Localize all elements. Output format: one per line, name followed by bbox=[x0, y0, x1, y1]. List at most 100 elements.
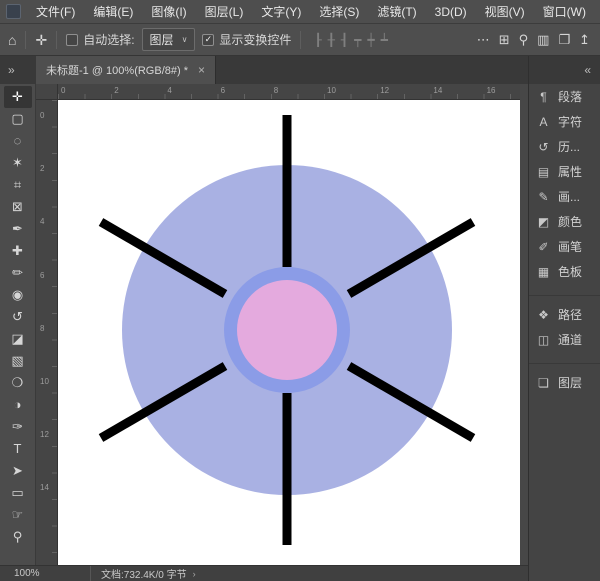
workspace-icon[interactable]: ❐ bbox=[558, 33, 570, 46]
zoom-tool[interactable]: ⚲ bbox=[4, 526, 32, 548]
ruler-origin-corner[interactable] bbox=[36, 84, 58, 100]
status-chevron-icon[interactable]: › bbox=[193, 569, 196, 579]
dodge-tool[interactable]: ◑ bbox=[4, 394, 32, 416]
arrange-panels-icon[interactable]: ▥ bbox=[537, 33, 549, 46]
path-selection-tool[interactable]: ➤ bbox=[4, 460, 32, 482]
panel-tab-label: 画笔 bbox=[558, 238, 582, 255]
panel-tab-swatches[interactable]: ▦色板 bbox=[529, 259, 600, 284]
eraser-tool[interactable]: ◪ bbox=[4, 328, 32, 350]
clone-stamp-tool[interactable]: ◉ bbox=[4, 284, 32, 306]
tab-close-icon[interactable]: × bbox=[198, 63, 205, 77]
panel-tab-character[interactable]: A字符 bbox=[529, 109, 600, 134]
show-transform-option[interactable]: ✓ 显示变换控件 bbox=[202, 31, 291, 48]
auto-select-target-dropdown[interactable]: 图层 ∨ bbox=[142, 28, 196, 51]
rectangle-shape-tool[interactable]: ▭ bbox=[4, 482, 32, 504]
show-transform-checkbox[interactable]: ✓ bbox=[202, 34, 214, 46]
document-canvas[interactable] bbox=[58, 100, 520, 565]
panel-tab-paragraph[interactable]: ¶ 段落 bbox=[529, 84, 600, 109]
brush-tool[interactable]: ✏ bbox=[4, 262, 32, 284]
eyedropper-tool[interactable]: ✒ bbox=[4, 218, 32, 240]
panel-tab-history[interactable]: ↺ 历... bbox=[529, 134, 600, 159]
align-bottom-icon[interactable]: ┷ bbox=[381, 34, 388, 46]
ruler-top-label: 12 bbox=[380, 87, 389, 95]
auto-select-checkbox[interactable] bbox=[66, 34, 78, 46]
ruler-left-label: 14 bbox=[40, 484, 49, 492]
home-icon[interactable]: ⌂ bbox=[8, 33, 16, 47]
align-center-vertical-icon[interactable]: ┿ bbox=[367, 34, 374, 46]
panel-tab-brush-settings[interactable]: ✎画... bbox=[529, 184, 600, 209]
rectangular-marquee-tool[interactable]: ▢ bbox=[4, 108, 32, 130]
color-panel-icon: ◩ bbox=[536, 215, 551, 229]
3d-mode-icon[interactable]: ⊞ bbox=[499, 33, 510, 46]
crop-tool[interactable]: ⌗ bbox=[4, 174, 32, 196]
toolbar-expand-button[interactable]: » bbox=[0, 56, 36, 84]
align-right-icon[interactable]: ┨ bbox=[341, 34, 348, 46]
panel-tab-label: 段落 bbox=[558, 88, 582, 105]
blur-tool[interactable]: ❍ bbox=[4, 372, 32, 394]
panel-tab-label: 历... bbox=[558, 138, 580, 155]
menu-item[interactable]: 文件(F) bbox=[27, 3, 84, 20]
gradient-tool[interactable]: ▧ bbox=[4, 350, 32, 372]
align-top-icon[interactable]: ┯ bbox=[354, 34, 361, 46]
menu-item[interactable]: 编辑(E) bbox=[84, 3, 142, 20]
app-icon bbox=[6, 4, 21, 19]
move-tool[interactable]: ✛ bbox=[4, 86, 32, 108]
pen-tool[interactable]: ✑ bbox=[4, 416, 32, 438]
menu-item[interactable]: 滤镜(T) bbox=[368, 3, 425, 20]
panel-tab-label: 颜色 bbox=[558, 213, 582, 230]
panel-collapse-button[interactable]: « bbox=[529, 56, 600, 84]
menu-item[interactable]: 窗口(W) bbox=[534, 3, 595, 20]
history-panel-icon: ↺ bbox=[536, 140, 551, 154]
menu-item[interactable]: 图像(I) bbox=[142, 3, 195, 20]
panel-tab-layers[interactable]: ❏图层 bbox=[529, 370, 600, 395]
separator bbox=[300, 31, 301, 49]
search-icon[interactable]: ⚲ bbox=[519, 33, 529, 46]
separator bbox=[56, 31, 57, 49]
brushes-panel-icon: ✐ bbox=[536, 240, 551, 254]
menu-bar: 文件(F)编辑(E)图像(I)图层(L)文字(Y)选择(S)滤镜(T)3D(D)… bbox=[0, 0, 600, 24]
character-panel-icon: A bbox=[536, 115, 551, 129]
hand-tool[interactable]: ☞ bbox=[4, 504, 32, 526]
spot-healing-brush-tool[interactable]: ✚ bbox=[4, 240, 32, 262]
distribute-icon[interactable]: ⋯ bbox=[477, 33, 490, 46]
current-tool-icon[interactable]: ✛ bbox=[35, 33, 47, 47]
auto-select-label: 自动选择: bbox=[83, 31, 134, 48]
channels-panel-icon: ◫ bbox=[536, 333, 551, 347]
auto-select-option[interactable]: 自动选择: bbox=[66, 31, 134, 48]
menu-item[interactable]: 选择(S) bbox=[310, 3, 368, 20]
ruler-top-label: 14 bbox=[433, 87, 442, 95]
auto-select-target-value: 图层 bbox=[150, 31, 174, 48]
panel-tab-paths[interactable]: ❖路径 bbox=[529, 302, 600, 327]
panel-tab-color[interactable]: ◩ 颜色 bbox=[529, 209, 600, 234]
document-tab[interactable]: 未标题-1 @ 100%(RGB/8#) * × bbox=[36, 56, 216, 84]
align-center-horizontal-icon[interactable]: ╂ bbox=[328, 34, 335, 46]
panel-tab-properties[interactable]: ▤属性 bbox=[529, 159, 600, 184]
frame-tool[interactable]: ⊠ bbox=[4, 196, 32, 218]
canvas-artwork bbox=[58, 100, 520, 565]
type-tool[interactable]: T bbox=[4, 438, 32, 460]
panel-tab-channels[interactable]: ◫通道 bbox=[529, 327, 600, 352]
ruler-top-label: 10 bbox=[327, 87, 336, 95]
quick-selection-tool[interactable]: ✶ bbox=[4, 152, 32, 174]
menu-item[interactable]: 3D(D) bbox=[426, 5, 476, 19]
ruler-top-label: 2 bbox=[114, 87, 118, 95]
history-brush-tool[interactable]: ↺ bbox=[4, 306, 32, 328]
lasso-tool[interactable]: ◌ bbox=[4, 130, 32, 152]
panel-tab-brushes[interactable]: ✐ 画笔 bbox=[529, 234, 600, 259]
ruler-left-label: 0 bbox=[40, 112, 44, 120]
share-icon[interactable]: ↥ bbox=[579, 33, 590, 46]
menu-bar-items: 文件(F)编辑(E)图像(I)图层(L)文字(Y)选择(S)滤镜(T)3D(D)… bbox=[27, 0, 595, 23]
paragraph-panel-icon: ¶ bbox=[536, 90, 551, 104]
menu-item[interactable]: 视图(V) bbox=[476, 3, 534, 20]
ruler-horizontal[interactable]: 0246810121416 bbox=[58, 84, 520, 100]
zoom-level[interactable]: 100% bbox=[0, 568, 90, 579]
panel-tab-label: 属性 bbox=[558, 163, 582, 180]
menu-item[interactable]: 文字(Y) bbox=[252, 3, 310, 20]
photoshop-window: 文件(F)编辑(E)图像(I)图层(L)文字(Y)选择(S)滤镜(T)3D(D)… bbox=[0, 0, 600, 581]
ruler-vertical[interactable]: 02468101214 bbox=[36, 100, 58, 565]
ruler-left-label: 8 bbox=[40, 325, 44, 333]
options-right-icons: ⋯ ⊞ ⚲ ▥ ❐ ↥ bbox=[477, 33, 592, 46]
panel-group-separator bbox=[529, 355, 600, 364]
menu-item[interactable]: 图层(L) bbox=[196, 3, 253, 20]
align-left-icon[interactable]: ┠ bbox=[314, 34, 321, 46]
